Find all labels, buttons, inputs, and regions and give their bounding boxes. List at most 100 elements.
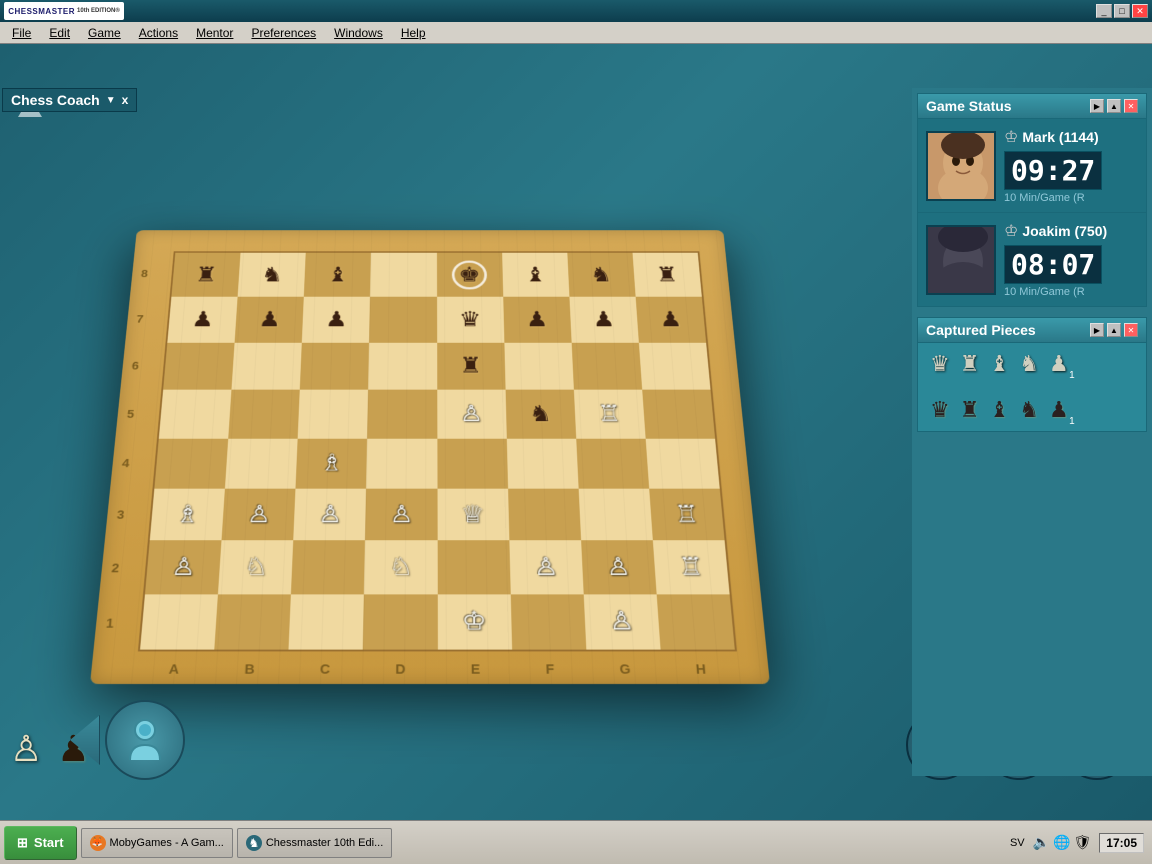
game-status-play-btn[interactable]: ▶ (1090, 99, 1104, 113)
taskbar-item-chessmaster[interactable]: ♞ Chessmaster 10th Edi... (237, 828, 392, 858)
square-b4[interactable] (225, 438, 298, 488)
square-c1[interactable] (289, 594, 364, 650)
rank-3: 3 (116, 508, 125, 522)
square-g4[interactable] (576, 438, 649, 488)
square-g3[interactable] (578, 489, 652, 541)
square-g2[interactable]: ♙ (581, 540, 657, 594)
square-g6[interactable] (571, 343, 642, 390)
square-d4[interactable] (366, 438, 437, 488)
square-c8[interactable]: ♝ (304, 253, 371, 297)
square-g5[interactable]: ♖ (574, 390, 646, 439)
square-h5[interactable] (642, 390, 715, 439)
menu-preferences[interactable]: Preferences (243, 24, 324, 42)
square-b3[interactable]: ♙ (222, 489, 296, 541)
square-b6[interactable] (232, 343, 302, 390)
square-d2[interactable]: ♘ (364, 540, 437, 594)
square-a8[interactable]: ♜ (171, 253, 240, 297)
taskbar-item-mobygames[interactable]: 🦊 MobyGames - A Gam... (81, 828, 233, 858)
rank-8: 8 (141, 268, 149, 280)
square-a1[interactable] (140, 594, 218, 650)
square-g1[interactable]: ♙ (583, 594, 660, 650)
square-c4[interactable]: ♗ (296, 438, 368, 488)
square-b8[interactable]: ♞ (238, 253, 306, 297)
square-a7[interactable]: ♟ (167, 297, 237, 343)
game-status-up-btn[interactable]: ▲ (1107, 99, 1121, 113)
menu-game[interactable]: Game (80, 24, 129, 42)
menu-file[interactable]: File (4, 24, 39, 42)
square-f1[interactable] (510, 594, 586, 650)
square-f3[interactable] (508, 489, 581, 541)
square-d3[interactable]: ♙ (365, 489, 437, 541)
square-e2[interactable] (437, 540, 510, 594)
square-e7[interactable]: ♛ (437, 297, 504, 343)
square-f6[interactable] (504, 343, 574, 390)
square-g8[interactable]: ♞ (567, 253, 635, 297)
piece-pawn-white-g1: ♙ (583, 594, 660, 650)
piece-pawn-white-b3: ♙ (222, 489, 296, 541)
chess-board-container: 8 7 6 5 4 3 2 1 ♜ ♞ ♝ (60, 94, 820, 754)
square-e6[interactable]: ♜ (437, 343, 506, 390)
square-f2[interactable]: ♙ (509, 540, 583, 594)
captured-white-queen: ♛ (930, 351, 950, 377)
captured-close-btn[interactable]: ✕ (1124, 323, 1138, 337)
square-g7[interactable]: ♟ (569, 297, 639, 343)
nav-left-button[interactable] (70, 715, 100, 765)
square-d6[interactable] (368, 343, 436, 390)
square-h8[interactable]: ♜ (632, 253, 701, 297)
maximize-button[interactable]: □ (1114, 4, 1130, 18)
menu-windows[interactable]: Windows (326, 24, 391, 42)
menu-help[interactable]: Help (393, 24, 434, 42)
square-d1[interactable] (363, 594, 437, 650)
chess-coach-dropdown-icon[interactable]: ▼ (106, 95, 116, 106)
square-h7[interactable]: ♟ (636, 297, 707, 343)
player1-face (928, 133, 996, 201)
square-e3[interactable]: ♕ (437, 489, 509, 541)
start-button[interactable]: ⊞ Start (4, 826, 77, 860)
square-d7[interactable] (369, 297, 436, 343)
square-a4[interactable] (154, 438, 228, 488)
square-b7[interactable]: ♟ (235, 297, 304, 343)
captured-up-btn[interactable]: ▲ (1107, 323, 1121, 337)
square-a6[interactable] (163, 343, 235, 390)
menu-edit[interactable]: Edit (41, 24, 78, 42)
square-c5[interactable] (298, 390, 369, 439)
square-e1[interactable]: ♔ (437, 594, 511, 650)
player1-piece-icon: ♔ (1004, 127, 1018, 147)
square-h2[interactable]: ♖ (653, 540, 730, 594)
square-f7[interactable]: ♟ (503, 297, 571, 343)
square-e5[interactable]: ♙ (437, 390, 507, 439)
game-status-close-btn[interactable]: ✕ (1124, 99, 1138, 113)
square-c7[interactable]: ♟ (302, 297, 370, 343)
square-d8[interactable] (370, 253, 436, 297)
square-c2[interactable] (291, 540, 365, 594)
square-h6[interactable] (639, 343, 711, 390)
coach-button[interactable] (105, 700, 185, 780)
square-f8[interactable]: ♝ (502, 253, 569, 297)
square-a5[interactable] (159, 390, 232, 439)
rank-7: 7 (136, 313, 144, 325)
menu-actions[interactable]: Actions (131, 24, 186, 42)
square-a3[interactable]: ♗ (150, 489, 225, 541)
square-a2[interactable]: ♙ (145, 540, 222, 594)
taskbar: ⊞ Start 🦊 MobyGames - A Gam... ♞ Chessma… (0, 820, 1152, 864)
square-b2[interactable]: ♘ (218, 540, 293, 594)
square-c3[interactable]: ♙ (293, 489, 366, 541)
captured-black-bishop: ♝ (989, 397, 1009, 423)
square-h4[interactable] (646, 438, 720, 488)
square-h1[interactable] (657, 594, 735, 650)
square-b1[interactable] (214, 594, 291, 650)
square-b5[interactable] (228, 390, 300, 439)
close-button[interactable]: ✕ (1132, 4, 1148, 18)
minimize-button[interactable]: _ (1096, 4, 1112, 18)
square-f5[interactable]: ♞ (505, 390, 576, 439)
square-h3[interactable]: ♖ (649, 489, 725, 541)
captured-play-btn[interactable]: ▶ (1090, 323, 1104, 337)
square-c6[interactable] (300, 343, 369, 390)
chess-coach-close-button[interactable]: x (122, 93, 129, 107)
menu-mentor[interactable]: Mentor (188, 24, 241, 42)
square-d5[interactable] (367, 390, 437, 439)
square-e8[interactable]: ♚ (437, 253, 503, 297)
square-e4[interactable] (437, 438, 508, 488)
square-f4[interactable] (506, 438, 578, 488)
chess-board-wrapper: 8 7 6 5 4 3 2 1 ♜ ♞ ♝ (60, 94, 840, 744)
